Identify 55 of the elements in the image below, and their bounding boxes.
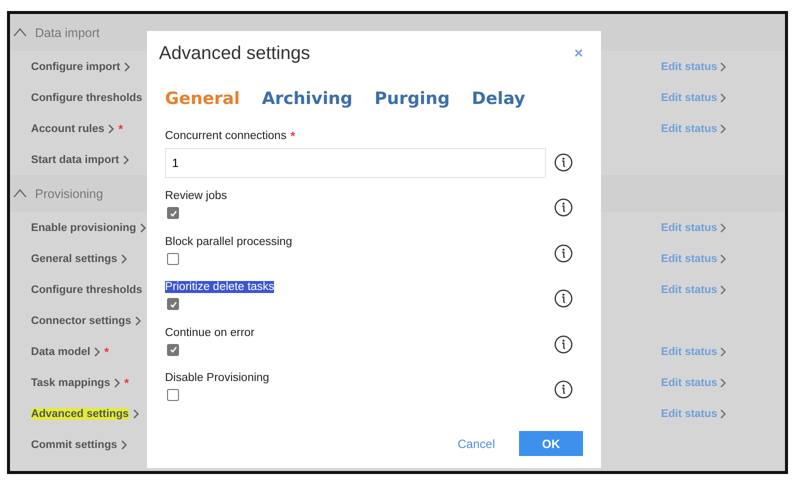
settings-link[interactable]: Configure thresholds — [31, 284, 142, 296]
chevron-right-icon — [720, 346, 726, 356]
caret-up-icon[interactable] — [13, 28, 27, 37]
field-label: Block parallel processing — [165, 236, 292, 248]
ok-button[interactable]: OK — [519, 431, 583, 456]
field-label: Disable Provisioning — [165, 372, 270, 384]
settings-link[interactable]: General settings — [31, 252, 118, 264]
tab[interactable]: Delay — [472, 89, 526, 109]
section-title: Data import — [35, 26, 100, 40]
tab[interactable]: Purging — [374, 89, 450, 109]
settings-link[interactable]: Configure import — [31, 60, 120, 72]
settings-link[interactable]: Task mappings — [31, 376, 110, 388]
info-icon[interactable] — [554, 153, 573, 172]
field-label: Concurrent connections — [165, 130, 286, 142]
cancel-button[interactable]: Cancel — [452, 436, 501, 452]
chevron-right-icon — [720, 408, 726, 418]
info-icon[interactable] — [554, 334, 573, 354]
settings-link[interactable]: Commit settings — [31, 438, 118, 450]
required-mark: * — [124, 376, 129, 390]
field-label: Review jobs — [165, 190, 227, 202]
info-icon[interactable] — [554, 244, 573, 262]
chevron-right-icon — [720, 124, 726, 134]
settings-link[interactable]: Configure thresholds — [31, 92, 142, 104]
close-button[interactable]: × — [574, 44, 583, 62]
chevron-right-icon — [720, 222, 726, 232]
dialog-title: Advanced settings — [159, 42, 310, 64]
chevron-right-icon — [720, 62, 726, 72]
checkbox[interactable] — [167, 252, 179, 264]
caret-up-icon[interactable] — [13, 189, 27, 198]
chevron-right-icon — [720, 378, 726, 388]
checkbox[interactable] — [167, 344, 179, 356]
required-mark: * — [118, 122, 124, 136]
settings-link[interactable]: Connector settings — [31, 314, 132, 326]
tab[interactable]: General — [165, 89, 240, 109]
settings-link[interactable]: Enable provisioning — [31, 222, 136, 234]
required-mark: * — [104, 344, 109, 358]
field-label: Prioritize delete tasks — [165, 281, 274, 293]
checkbox[interactable] — [167, 207, 179, 219]
input-field[interactable]: 1 — [165, 148, 546, 178]
settings-link[interactable]: Account rules — [31, 122, 104, 134]
info-icon[interactable] — [554, 289, 573, 308]
field-label: Continue on error — [165, 326, 254, 338]
checkbox[interactable] — [167, 389, 179, 401]
section-title: Provisioning — [35, 186, 104, 200]
tab[interactable]: Archiving — [262, 89, 353, 109]
info-icon[interactable] — [554, 380, 573, 399]
info-icon[interactable] — [554, 198, 573, 217]
chevron-right-icon — [720, 92, 726, 102]
required-mark: * — [290, 129, 296, 143]
chevron-right-icon — [720, 284, 726, 294]
settings-link[interactable]: Start data import — [31, 154, 120, 166]
settings-link[interactable]: Advanced settings — [31, 408, 129, 420]
settings-link[interactable]: Data model — [31, 346, 90, 358]
chevron-right-icon — [720, 254, 726, 264]
checkbox[interactable] — [167, 298, 179, 310]
